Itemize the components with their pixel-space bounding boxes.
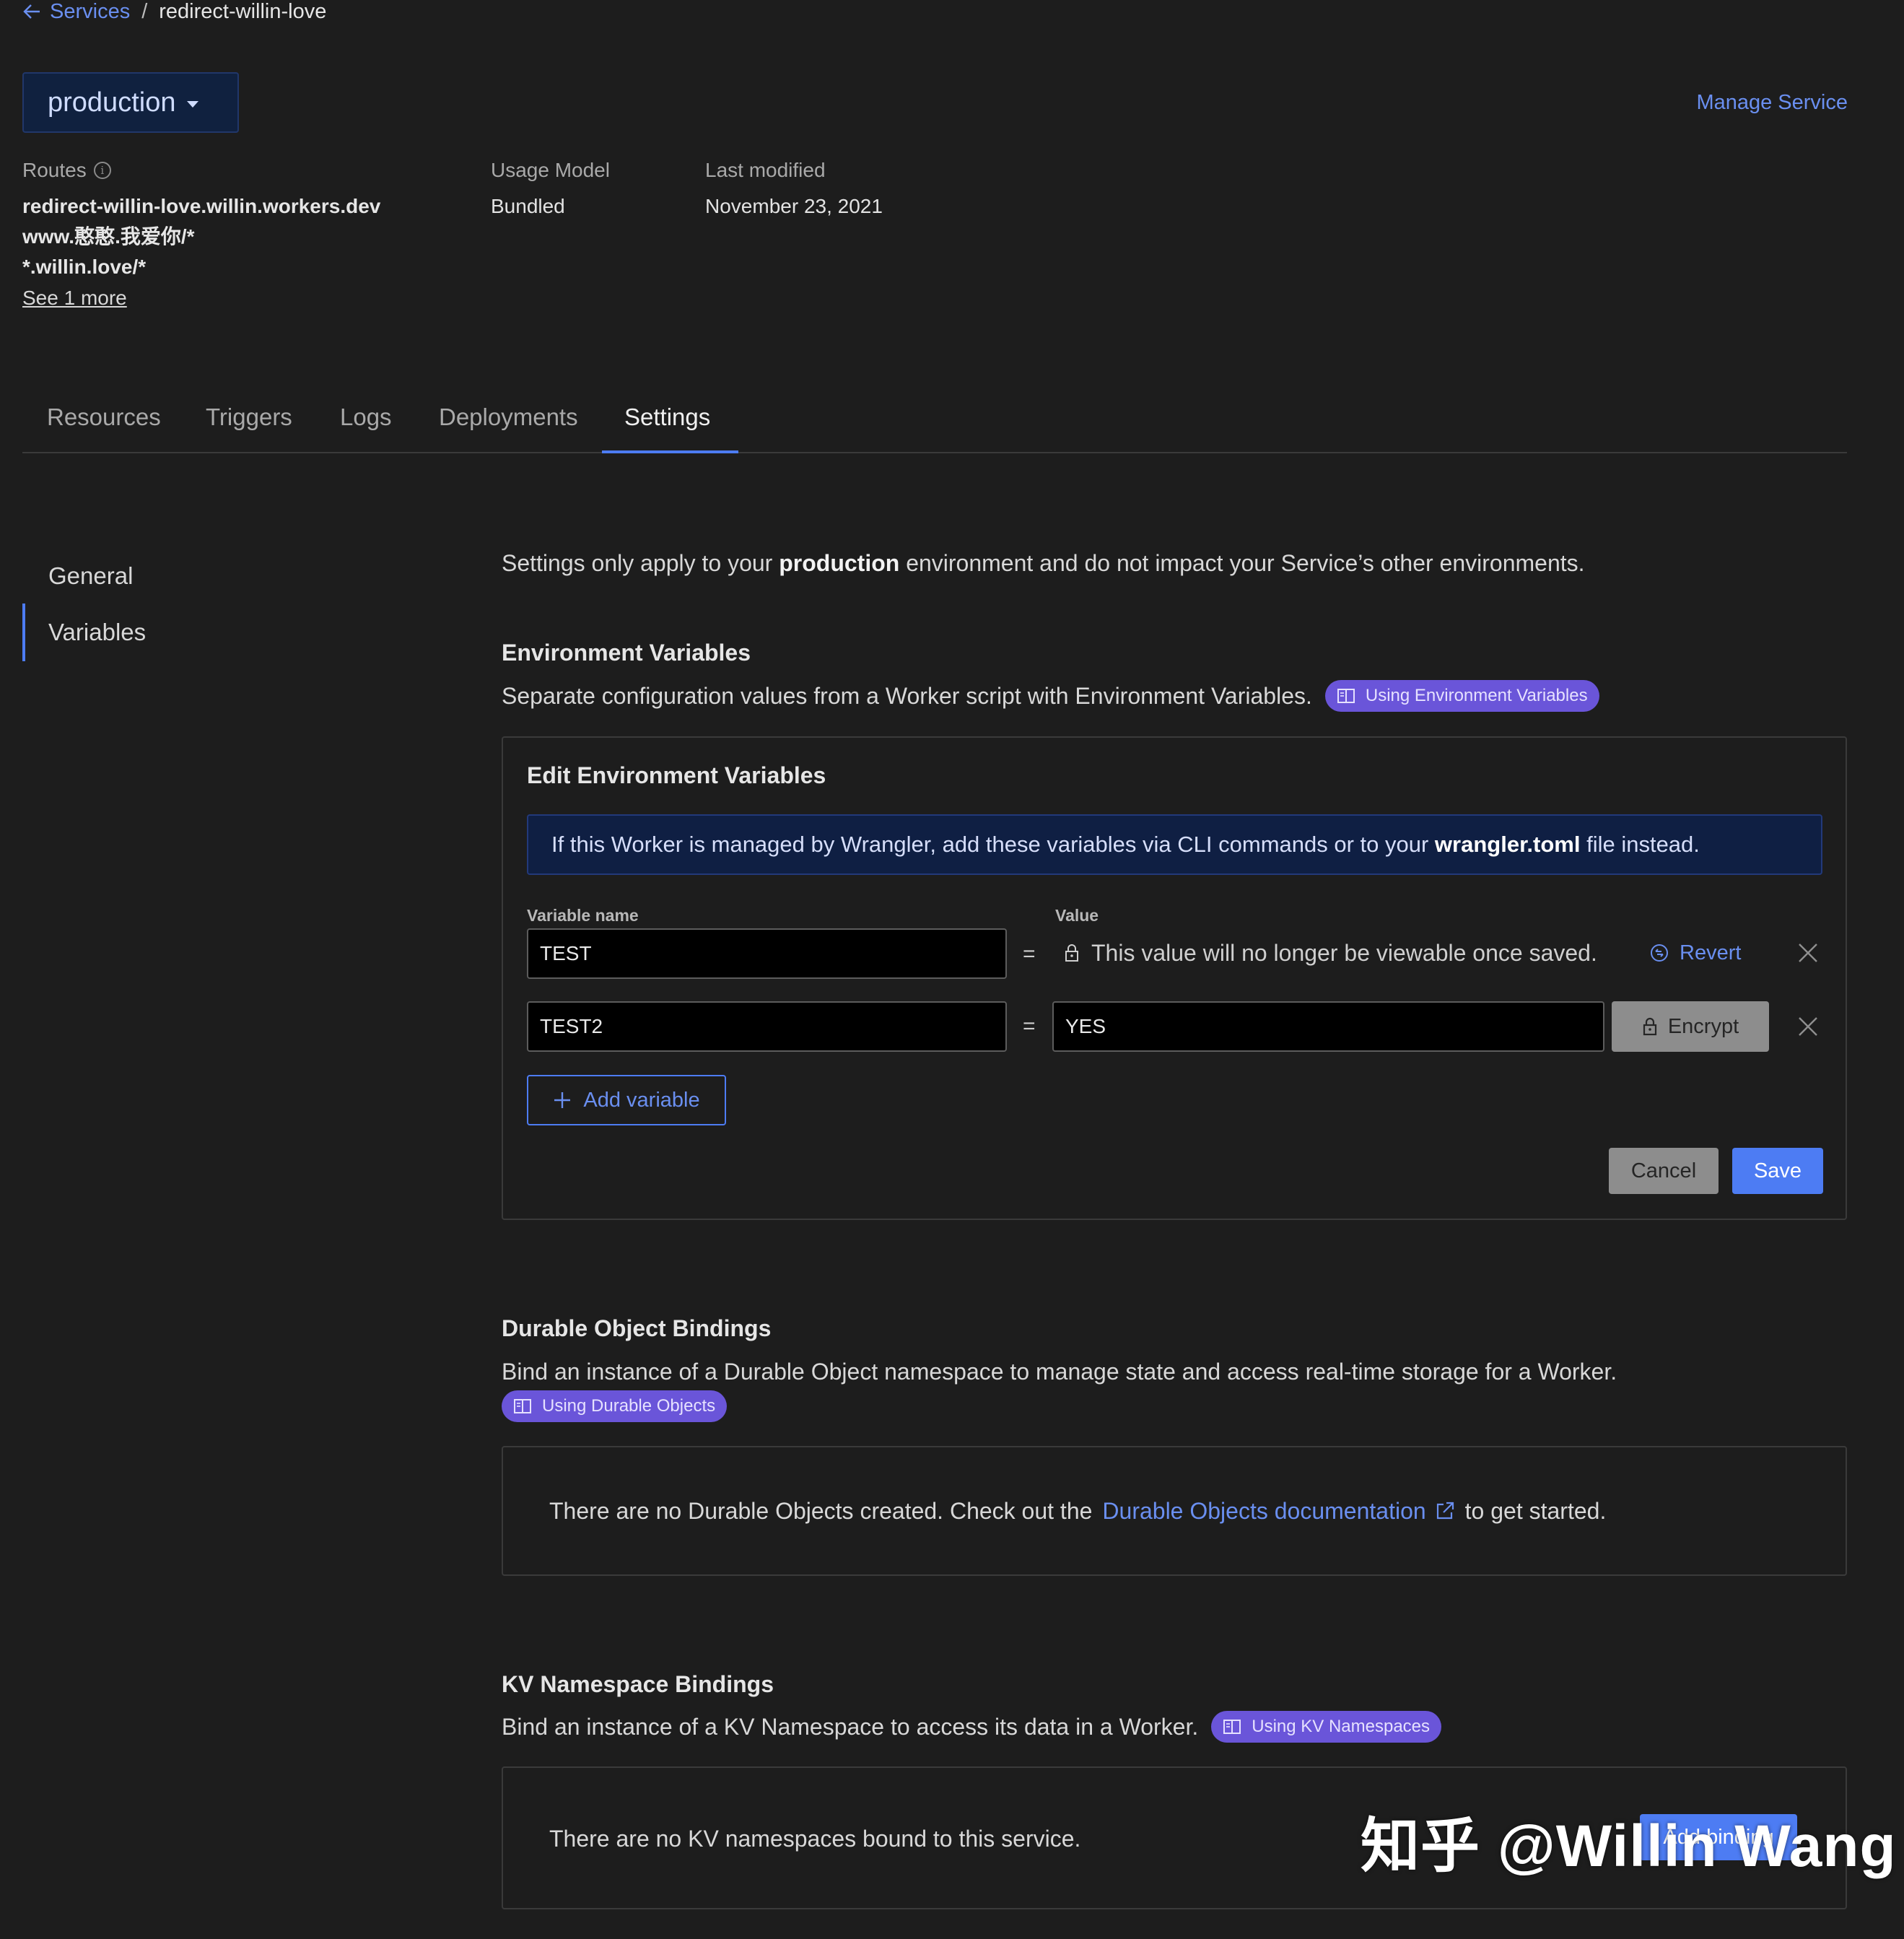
kv-description-row: Bind an instance of a KV Namespace to ac… xyxy=(502,1711,1442,1743)
durable-objects-doc-pill-label: Using Durable Objects xyxy=(542,1396,716,1416)
route-item: redirect-willin-love.willin.workers.dev xyxy=(22,195,381,217)
arrow-left-icon xyxy=(23,4,40,19)
settings-intro: Settings only apply to your production e… xyxy=(502,547,1585,579)
breadcrumb-separator: / xyxy=(141,0,148,23)
env-vars-description-row: Separate configuration values from a Wor… xyxy=(502,680,1599,712)
usage-model-label: Usage Model xyxy=(491,159,610,181)
variable-value-input[interactable]: YES xyxy=(1052,1001,1604,1052)
env-vars-doc-pill[interactable]: Using Environment Variables xyxy=(1324,680,1599,712)
notice-prefix: If this Worker is managed by Wrangler, a… xyxy=(551,832,1435,857)
tab-bar: Resources Triggers Logs Deployments Sett… xyxy=(22,396,1847,453)
route-item: *.willin.love/* xyxy=(22,256,147,278)
lock-icon xyxy=(1065,944,1078,962)
breadcrumb-services-label: Services xyxy=(50,0,131,23)
durable-objects-title: Durable Object Bindings xyxy=(502,1315,772,1341)
see-more-routes-link[interactable]: See 1 more xyxy=(22,285,127,311)
wrangler-notice: If this Worker is managed by Wrangler, a… xyxy=(527,814,1822,875)
encrypt-button[interactable]: Encrypt xyxy=(1612,1001,1769,1052)
info-icon[interactable]: i xyxy=(93,162,111,179)
edit-env-vars-title: Edit Environment Variables xyxy=(527,762,826,788)
edit-env-vars-panel: Edit Environment Variables If this Worke… xyxy=(502,736,1847,1220)
kv-doc-pill-label: Using KV Namespaces xyxy=(1252,1717,1431,1736)
durable-objects-empty-message: There are no Durable Objects created. Ch… xyxy=(549,1495,1606,1527)
tab-deployments[interactable]: Deployments xyxy=(439,396,578,453)
notice-file: wrangler.toml xyxy=(1434,832,1581,857)
add-variable-button[interactable]: Add variable xyxy=(527,1075,726,1125)
breadcrumb: Services / redirect-willin-love xyxy=(22,0,326,26)
routes-label-text: Routes xyxy=(22,159,87,181)
locked-value-text: This value will no longer be viewable on… xyxy=(1091,940,1597,966)
env-vars-doc-pill-label: Using Environment Variables xyxy=(1365,686,1588,705)
durable-objects-docs-link-label: Durable Objects documentation xyxy=(1102,1498,1426,1524)
notice-suffix: file instead. xyxy=(1580,832,1700,857)
last-modified-label: Last modified xyxy=(705,159,826,181)
caret-down-icon xyxy=(187,100,199,108)
tab-resources[interactable]: Resources xyxy=(47,396,161,453)
durable-objects-panel: There are no Durable Objects created. Ch… xyxy=(502,1446,1847,1576)
env-vars-title: Environment Variables xyxy=(502,640,751,666)
plus-icon xyxy=(554,1092,571,1108)
sidenav-general[interactable]: General xyxy=(48,560,133,592)
variable-name-input[interactable]: TEST2 xyxy=(527,1001,1007,1052)
watermark: 知乎 @Willin Wang xyxy=(1361,1813,1897,1879)
remove-variable-icon[interactable] xyxy=(1795,1014,1821,1040)
kv-title: KV Namespace Bindings xyxy=(502,1671,774,1697)
kv-doc-pill[interactable]: Using KV Namespaces xyxy=(1211,1711,1442,1743)
durable-objects-doc-pill[interactable]: Using Durable Objects xyxy=(502,1390,728,1422)
route-item: www.憨憨.我爱你/* xyxy=(22,225,195,248)
environment-label: production xyxy=(48,87,176,118)
add-variable-label: Add variable xyxy=(583,1088,700,1112)
variable-name-input[interactable]: TEST xyxy=(527,928,1007,979)
sidenav-active-indicator xyxy=(22,604,25,661)
intro-env: production xyxy=(779,550,900,576)
remove-variable-icon[interactable] xyxy=(1795,940,1821,966)
durable-objects-pill-row: Using Durable Objects xyxy=(502,1390,728,1422)
last-modified-value: November 23, 2021 xyxy=(705,195,883,217)
revert-button[interactable]: Revert xyxy=(1649,937,1741,969)
env-vars-description: Separate configuration values from a Wor… xyxy=(502,683,1312,709)
book-icon xyxy=(1223,1720,1241,1734)
durable-objects-docs-link[interactable]: Durable Objects documentation xyxy=(1102,1495,1454,1527)
revert-label: Revert xyxy=(1680,941,1742,964)
save-button[interactable]: Save xyxy=(1732,1148,1823,1194)
active-tab-indicator xyxy=(602,450,738,453)
routes-label: Routes i xyxy=(22,157,111,183)
intro-suffix: environment and do not impact your Servi… xyxy=(899,550,1585,576)
book-icon xyxy=(1337,689,1355,703)
intro-prefix: Settings only apply to your xyxy=(502,550,779,576)
cancel-button[interactable]: Cancel xyxy=(1609,1148,1719,1194)
durable-objects-empty-suffix: to get started. xyxy=(1464,1498,1607,1524)
durable-objects-empty-prefix: There are no Durable Objects created. Ch… xyxy=(549,1498,1093,1524)
locked-value-message: This value will no longer be viewable on… xyxy=(1064,937,1597,969)
usage-model-value: Bundled xyxy=(491,195,565,217)
kv-description: Bind an instance of a KV Namespace to ac… xyxy=(502,1714,1199,1740)
external-link-icon xyxy=(1436,1502,1454,1520)
breadcrumb-back-link[interactable]: Services xyxy=(22,0,130,26)
durable-objects-description: Bind an instance of a Durable Object nam… xyxy=(502,1356,1617,1387)
page: Services / redirect-willin-love producti… xyxy=(0,0,1904,1939)
revert-icon xyxy=(1651,944,1668,962)
equals-sign: = xyxy=(1023,1014,1036,1038)
lock-icon xyxy=(1643,1017,1656,1036)
book-icon xyxy=(514,1399,531,1413)
manage-service-link[interactable]: Manage Service xyxy=(1696,90,1848,116)
kv-empty-message: There are no KV namespaces bound to this… xyxy=(549,1826,1081,1852)
tab-logs[interactable]: Logs xyxy=(340,396,392,453)
environment-dropdown[interactable]: production xyxy=(22,72,239,133)
variable-name-column-label: Variable name xyxy=(527,906,639,925)
tab-triggers[interactable]: Triggers xyxy=(206,396,292,453)
encrypt-label: Encrypt xyxy=(1667,1014,1739,1038)
breadcrumb-current: redirect-willin-love xyxy=(159,0,327,23)
sidenav-variables[interactable]: Variables xyxy=(48,616,146,648)
tab-settings[interactable]: Settings xyxy=(624,396,710,453)
value-column-label: Value xyxy=(1055,906,1099,925)
equals-sign: = xyxy=(1023,942,1036,966)
durable-objects-description-text: Bind an instance of a Durable Object nam… xyxy=(502,1359,1617,1385)
